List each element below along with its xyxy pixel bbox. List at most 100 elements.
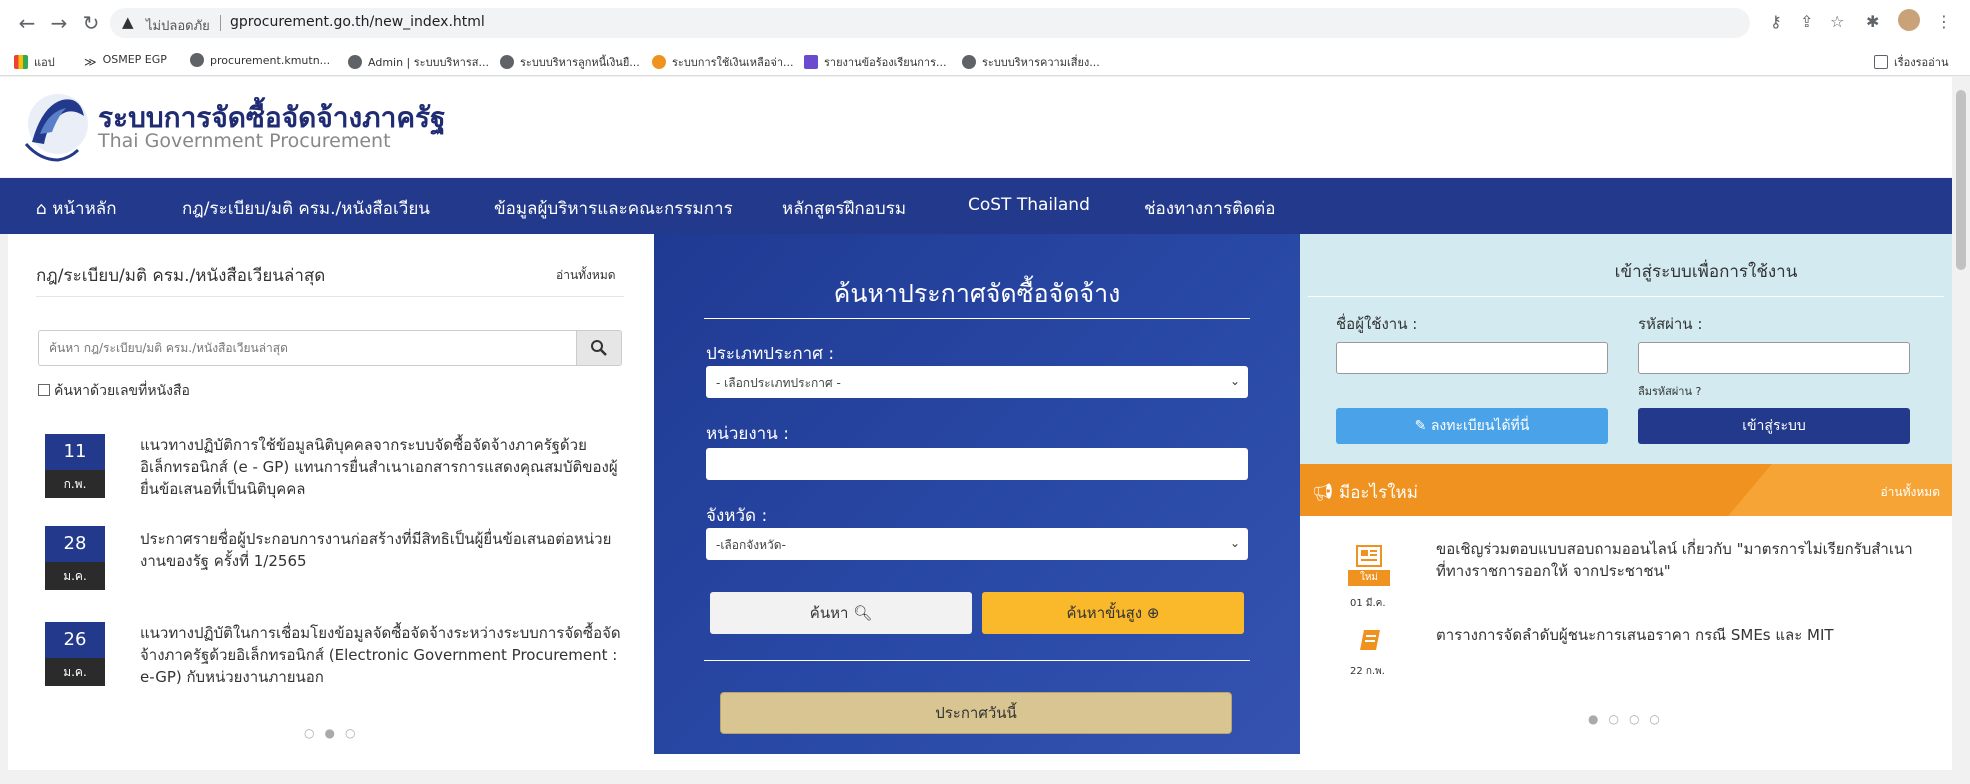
address-divider [220,15,221,31]
megaphone-icon: 📢︎ [1312,483,1339,503]
profile-avatar[interactable] [1898,9,1920,31]
search-button[interactable]: ค้นหา 🔍︎ [710,592,972,634]
news-item-link[interactable]: แนวทางปฏิบัติในการเชื่อมโยงข้อมูลจัดซื้อ… [140,622,630,688]
whats-new-item-link[interactable]: ขอเชิญร่วมตอบแบบสอบถามออนไลน์ เกี่ยวกับ … [1436,538,1916,582]
divider [704,660,1250,661]
bookmark-risk[interactable]: ระบบบริหารความเสี่ยง... [962,53,1100,71]
nav-cost-thailand[interactable]: CoST Thailand [968,195,1090,215]
news-date: 01 มี.ค. [1350,598,1386,609]
regulations-title: กฎ/ระเบียบ/มติ ครม./หนังสือเวียนล่าสุด [36,266,326,286]
bookmark-apps[interactable]: แอป [14,53,55,71]
news-month: ม.ค. [45,562,105,590]
news-item-link[interactable]: แนวทางปฏิบัติการใช้ข้อมูลนิติบุคคลจากระบ… [140,434,630,500]
unit-input[interactable] [706,448,1248,480]
news-date-badge: 28 ม.ค. [45,526,105,590]
forgot-password-link[interactable]: ลืมรหัสผ่าน ? [1638,382,1701,400]
bookmarks-bar: แอป ≫ OSMEP EGP procurement.kmutn... Admi… [0,46,1970,76]
url-text[interactable]: gprocurement.go.th/new_index.html [230,14,485,30]
reload-icon[interactable]: ↻ [78,10,104,36]
double-chevron-icon: ≫ [84,55,97,69]
zoom-in-icon: ⊕ [1146,604,1160,622]
announcement-type-select[interactable]: - เลือกประเภทประกาศ - ⌄ [706,366,1248,398]
share-icon[interactable]: ⇪ [1800,12,1813,31]
key-icon[interactable]: ⚷ [1770,12,1782,31]
bookmark-label: Admin | ระบบบริหารส... [368,56,489,69]
unit-label: หน่วยงาน : [706,424,789,444]
checkbox-box[interactable] [38,384,50,396]
back-icon[interactable]: ← [14,10,40,36]
menu-icon[interactable]: ⋮ [1936,12,1952,31]
nav-training[interactable]: หลักสูตรฝึกอบรม [782,195,906,222]
forward-icon[interactable]: → [46,10,72,36]
star-icon[interactable]: ☆ [1830,12,1844,31]
checkbox-label: ค้นหาด้วยเลขที่หนังสือ [54,383,190,399]
bookmark-admin[interactable]: Admin | ระบบบริหารส... [348,53,489,71]
carousel-pager[interactable]: ●○○○ [1588,712,1670,726]
main-nav: ⌂ หน้าหลัก กฎ/ระเบียบ/มติ ครม./หนังสือเว… [0,178,1952,234]
search-icon [591,340,607,356]
bookmark-kmutn[interactable]: procurement.kmutn... [190,53,330,67]
search-by-number-checkbox[interactable]: ค้นหาด้วยเลขที่หนังสือ [38,380,190,402]
search-icon: 🔍︎ [853,604,873,622]
procurement-search-panel: ค้นหาประกาศจัดซื้อจัดจ้าง ประเภทประกาศ :… [654,234,1300,754]
divider [704,318,1250,319]
regulations-read-all[interactable]: อ่านทั้งหมด [556,266,616,285]
button-label: ค้นหาขั้นสูง [1066,604,1143,622]
news-day: 26 [45,622,105,658]
login-panel: เข้าสู่ระบบเพื่อการใช้งาน ชื่อผู้ใช้งาน … [1300,234,1952,464]
carousel-pager[interactable]: ○●○ [304,726,365,740]
globe-icon [348,55,362,69]
security-label: ไม่ปลอดภัย [146,19,210,34]
whats-new-item-link[interactable]: ตารางการจัดลำดับผู้ชนะการเสนอราคา กรณี S… [1436,624,1916,646]
extensions-icon[interactable]: ✱ [1866,12,1879,31]
button-label: ค้นหา [809,604,849,622]
chevron-down-icon: ⌄ [1229,536,1240,550]
scrollbar-thumb[interactable] [1956,90,1966,270]
home-icon: ⌂ [36,199,53,219]
edit-icon: ✎ [1414,418,1431,434]
bookmark-debt[interactable]: ระบบบริหารลูกหนี้เงินยื... [500,53,640,71]
reading-list[interactable]: เรื่องรออ่าน [1874,53,1948,71]
select-value: -เลือกจังหวัด- [716,538,786,552]
bookmark-osmep[interactable]: ≫ OSMEP EGP [84,53,167,69]
news-month: ม.ค. [45,658,105,686]
button-label: ลงทะเบียนได้ที่นี่ [1430,418,1530,434]
nav-home[interactable]: ⌂ หน้าหลัก [36,195,117,222]
bookmark-budget[interactable]: ระบบการใช้เงินเหลือจ่า... [652,53,793,71]
globe-icon [962,55,976,69]
nav-contact[interactable]: ช่องทางการติดต่อ [1144,195,1275,222]
reading-list-label: เรื่องรออ่าน [1894,56,1949,69]
today-announcements-button[interactable]: ประกาศวันนี้ [720,692,1232,734]
province-select[interactable]: -เลือกจังหวัด- ⌄ [706,528,1248,560]
login-button[interactable]: เข้าสู่ระบบ [1638,408,1910,444]
select-value: - เลือกประเภทประกาศ - [716,376,841,390]
news-date: 22 ก.พ. [1350,666,1385,677]
section-title: มีอะไรใหม่ [1339,483,1418,503]
bookmark-label: ระบบบริหารความเสี่ยง... [982,56,1100,69]
nav-executives[interactable]: ข้อมูลผู้บริหารและคณะกรรมการ [494,195,733,222]
bookmark-label: OSMEP EGP [102,53,167,66]
whats-new-read-all[interactable]: อ่านทั้งหมด [1880,483,1940,502]
news-day: 11 [45,434,105,470]
regulations-search-input[interactable] [38,330,576,366]
address-bar[interactable]: ▲ ไม่ปลอดภัย gprocurement.go.th/new_inde… [110,8,1750,38]
advanced-search-button[interactable]: ค้นหาขั้นสูง ⊕ [982,592,1244,634]
bookmark-label: procurement.kmutn... [210,54,331,67]
browser-chrome: ← → ↻ ▲ ไม่ปลอดภัย gprocurement.go.th/ne… [0,0,1970,76]
warning-icon: ▲ [122,13,134,31]
news-item-link[interactable]: ประกาศรายชื่อผู้ประกอบการงานก่อสร้างที่ม… [140,528,630,572]
nav-label: หน้าหลัก [52,199,117,219]
bookmark-complaints[interactable]: รายงานข้อร้องเรียนการ... [804,53,946,71]
username-input[interactable] [1336,342,1608,374]
whats-new-header: 📢︎ มีอะไรใหม่ อ่านทั้งหมด [1300,464,1952,516]
list-icon [804,55,818,69]
browser-toolbar: ← → ↻ ▲ ไม่ปลอดภัย gprocurement.go.th/ne… [0,0,1970,46]
register-button[interactable]: ✎ ลงทะเบียนได้ที่นี่ [1336,408,1608,444]
password-input[interactable] [1638,342,1910,374]
news-day: 28 [45,526,105,562]
nav-regulations[interactable]: กฎ/ระเบียบ/มติ ครม./หนังสือเวียน [182,195,430,222]
apps-icon [14,55,28,69]
regulations-search-button[interactable] [576,330,622,366]
search-panel-title: ค้นหาประกาศจัดซื้อจัดจ้าง [833,279,1121,308]
logo[interactable] [22,86,94,166]
